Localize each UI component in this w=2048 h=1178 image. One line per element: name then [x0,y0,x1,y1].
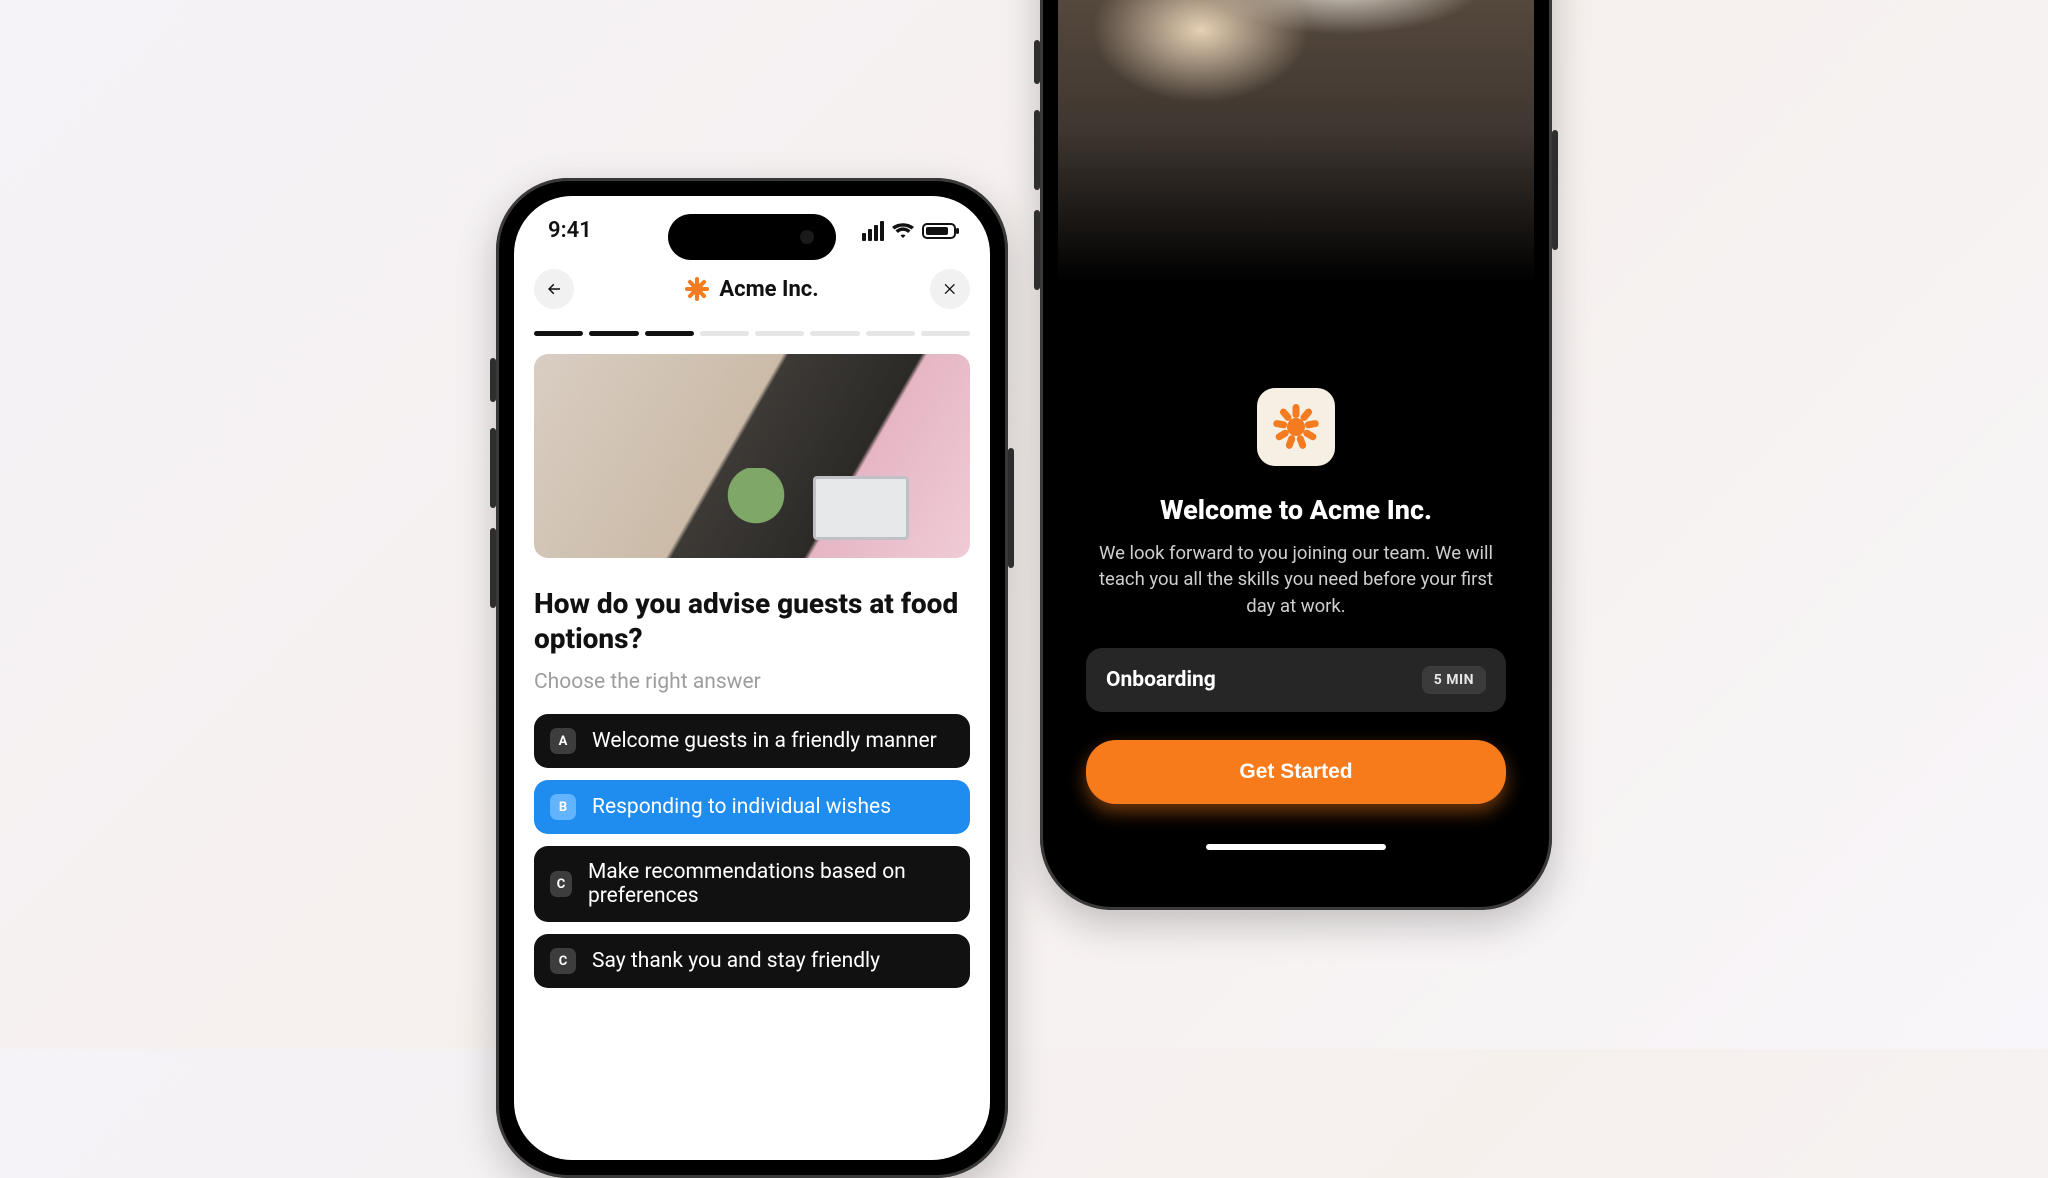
answer-text: Make recommendations based on preference… [588,860,954,908]
progress-segment [589,331,638,336]
lesson-hero-image [534,354,970,558]
phone-notch [668,214,836,260]
back-button[interactable] [534,269,574,309]
answer-text: Welcome guests in a friendly manner [592,729,937,753]
answer-letter: B [550,794,576,820]
get-started-button[interactable]: Get Started [1086,740,1506,804]
page-title: Acme Inc. [685,277,818,302]
cellular-icon [862,221,884,241]
phone-side-button [1034,40,1040,84]
progress-segment [700,331,749,336]
app-top-bar: Acme Inc. [514,251,990,331]
answer-option[interactable]: C Say thank you and stay friendly [534,934,970,988]
page-title-text: Acme Inc. [719,277,818,302]
answer-letter: C [550,948,576,974]
progress-bar [514,331,990,354]
phone-side-button [1034,210,1040,290]
onboarding-card[interactable]: Onboarding 5 MIN [1086,648,1506,712]
home-indicator [1206,844,1386,850]
arrow-left-icon [545,280,563,298]
phone-mockup-right: Welcome to Acme Inc. We look forward to … [1040,0,1552,910]
progress-segment [866,331,915,336]
answer-option[interactable]: C Make recommendations based on preferenc… [534,846,970,922]
close-icon [942,281,958,297]
phone-side-button [1008,448,1014,568]
phone-side-button [1034,110,1040,190]
answer-option[interactable]: B Responding to individual wishes [534,780,970,834]
progress-segment [921,331,970,336]
question-hint: Choose the right answer [514,662,990,714]
answer-text: Responding to individual wishes [592,795,891,819]
brand-sun-icon [1273,404,1319,450]
status-time: 9:41 [548,218,592,243]
phone-side-button [490,528,496,608]
phone-mockup-left: 9:41 [496,178,1008,1178]
wifi-icon [892,222,914,240]
progress-segment [755,331,804,336]
question-text: How do you advise guests at food options… [514,558,990,662]
welcome-subtitle: We look forward to you joining our team.… [1086,540,1506,620]
battery-icon [922,223,956,239]
brand-logo-tile [1257,388,1335,466]
progress-segment [645,331,694,336]
answer-text: Say thank you and stay friendly [592,949,880,973]
phone-side-button [490,428,496,508]
answer-option[interactable]: A Welcome guests in a friendly manner [534,714,970,768]
welcome-title: Welcome to Acme Inc. [1160,494,1432,526]
progress-segment [810,331,859,336]
brand-sun-icon [685,277,709,301]
answer-letter: A [550,728,576,754]
phone-side-button [1552,130,1558,250]
answer-list: A Welcome guests in a friendly manner B Res… [514,714,990,988]
answer-letter: C [550,871,572,897]
onboarding-card-label: Onboarding [1106,668,1216,692]
progress-segment [534,331,583,336]
duration-badge: 5 MIN [1422,666,1486,694]
phone-side-button [490,358,496,402]
close-button[interactable] [930,269,970,309]
